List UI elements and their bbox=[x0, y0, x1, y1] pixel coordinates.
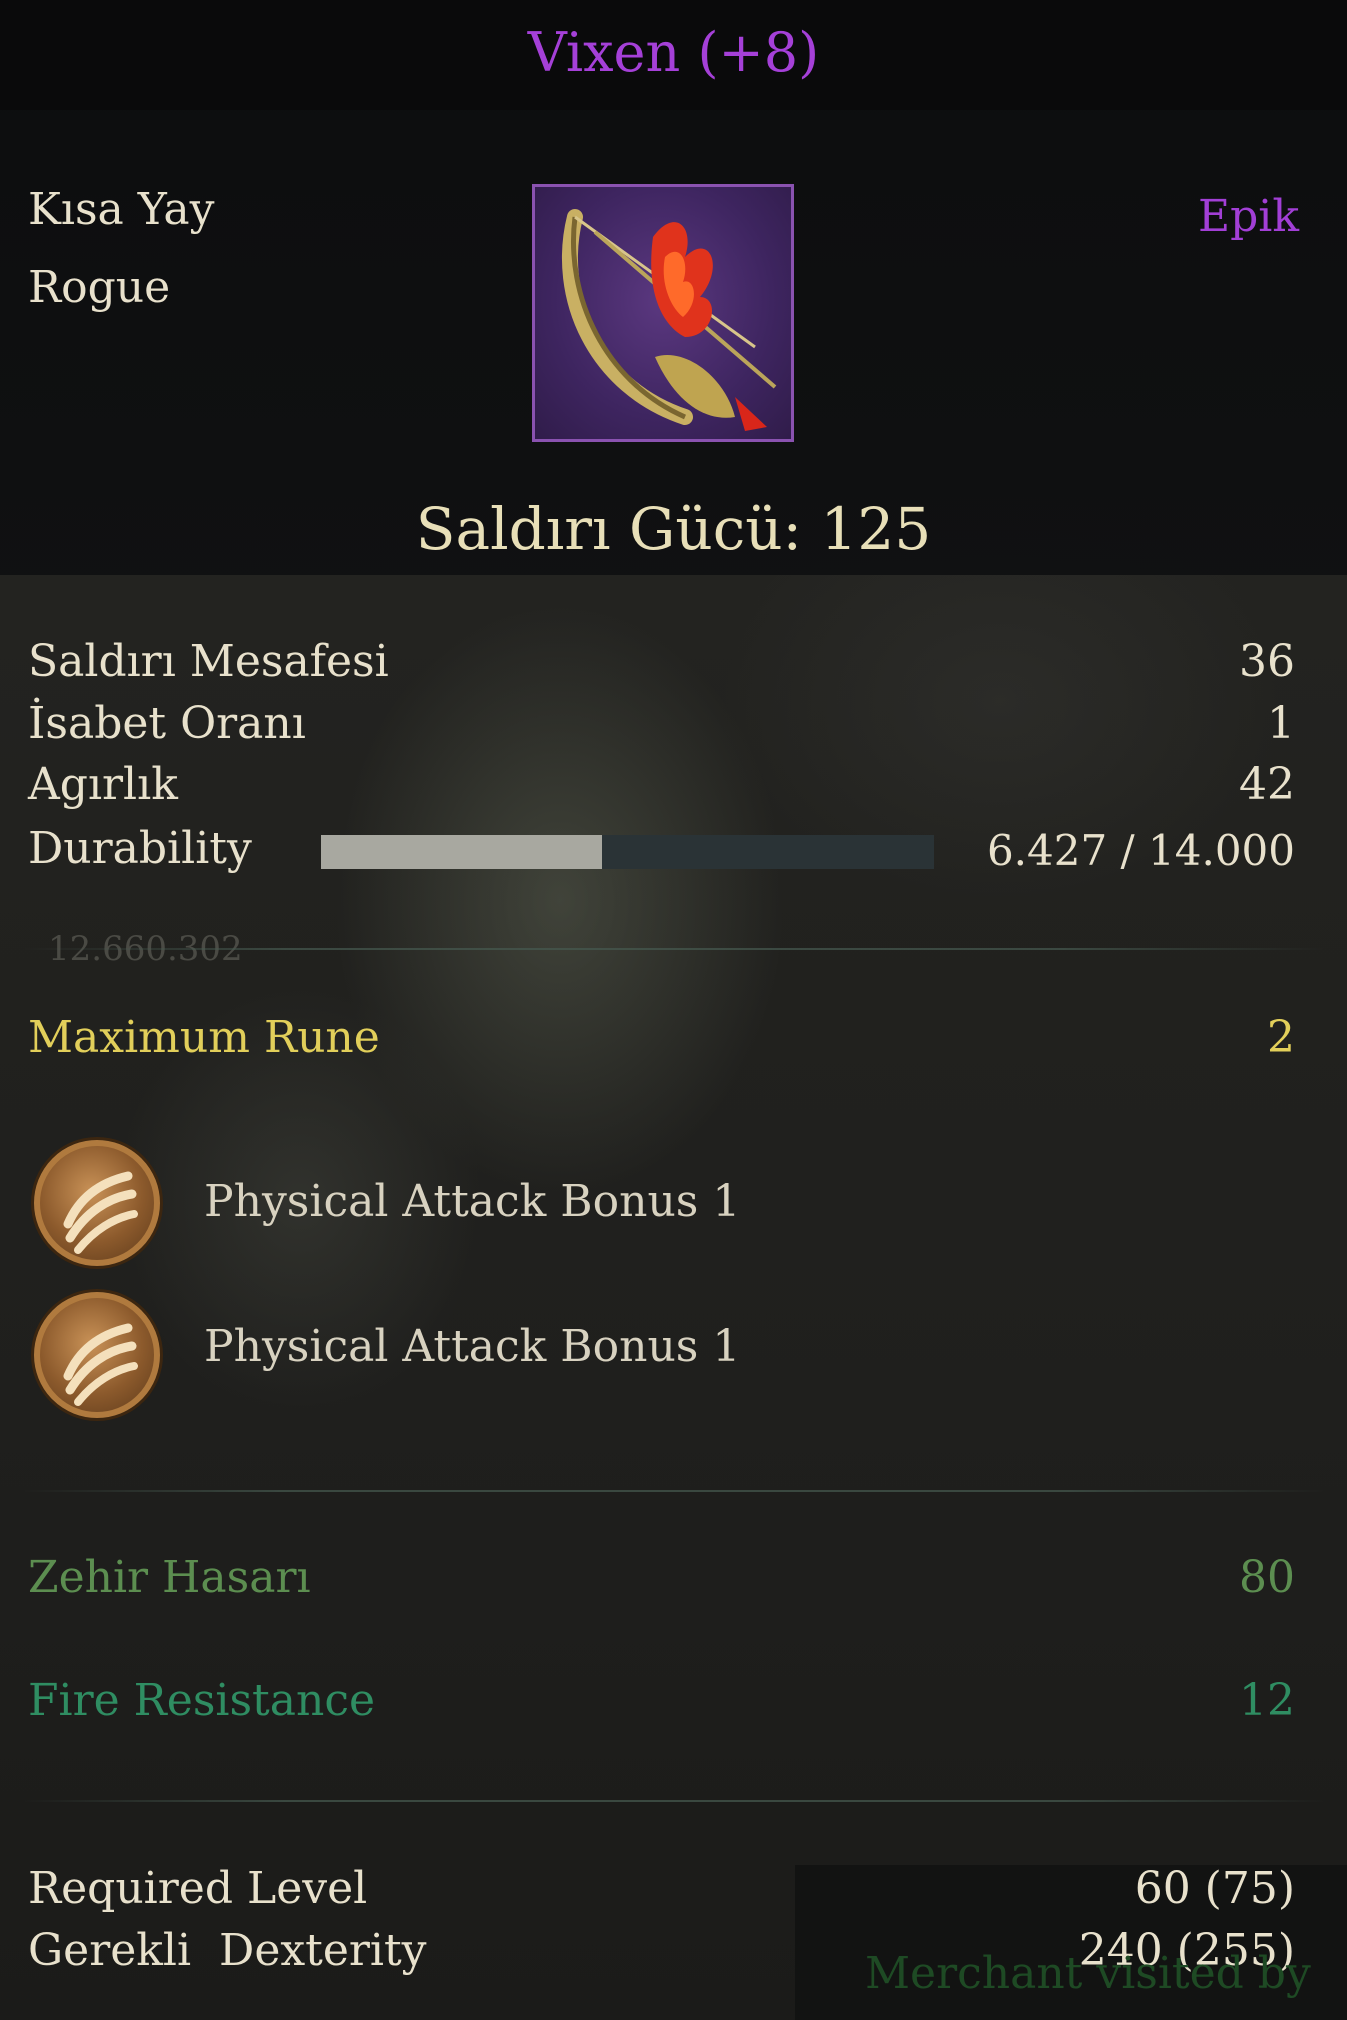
fire-resistance-value: 12 bbox=[1239, 1675, 1295, 1726]
max-rune-label: Maximum Rune bbox=[28, 1012, 380, 1063]
divider bbox=[24, 1490, 1324, 1492]
stat-label-weight: Agırlık bbox=[28, 759, 178, 810]
fire-resistance-label: Fire Resistance bbox=[28, 1675, 375, 1726]
required-level-label: Required Level bbox=[28, 1863, 368, 1914]
item-type: Kısa Yay bbox=[28, 184, 215, 235]
stat-label-attack-range: Saldırı Mesafesi bbox=[28, 636, 389, 687]
required-dexterity-label: Gerekli Dexterity bbox=[28, 1925, 427, 1976]
item-rarity: Epik bbox=[1197, 191, 1299, 242]
poison-damage-label: Zehir Hasarı bbox=[28, 1552, 311, 1603]
durability-bar bbox=[321, 835, 934, 869]
item-name: Vixen (+8) bbox=[527, 21, 820, 84]
stat-label-hit-rate: İsabet Oranı bbox=[28, 698, 306, 749]
physical-attack-rune-icon[interactable] bbox=[34, 1292, 160, 1418]
bow-icon bbox=[561, 209, 777, 431]
durability-bar-fill bbox=[321, 835, 603, 869]
item-class: Rogue bbox=[28, 262, 171, 313]
merchant-footer-text: Merchant visited by bbox=[865, 1948, 1311, 1999]
divider bbox=[24, 948, 1324, 950]
poison-damage-value: 80 bbox=[1239, 1552, 1295, 1603]
rune-slot-1-label: Physical Attack Bonus 1 bbox=[204, 1176, 741, 1227]
rune-slot-2-label: Physical Attack Bonus 1 bbox=[204, 1321, 741, 1372]
physical-attack-rune-icon[interactable] bbox=[34, 1140, 160, 1266]
stat-value-attack-range: 36 bbox=[1239, 636, 1295, 687]
durability-label: Durability bbox=[28, 823, 252, 874]
attack-power: Saldırı Gücü: 125 bbox=[415, 495, 932, 563]
stat-value-weight: 42 bbox=[1239, 759, 1295, 810]
max-rune-count: 2 bbox=[1267, 1012, 1295, 1063]
divider bbox=[24, 1800, 1324, 1802]
item-icon-frame bbox=[532, 184, 794, 442]
stat-value-hit-rate: 1 bbox=[1267, 698, 1295, 749]
required-level-value: 60 (75) bbox=[1134, 1863, 1295, 1914]
durability-value: 6.427 / 14.000 bbox=[986, 826, 1295, 875]
